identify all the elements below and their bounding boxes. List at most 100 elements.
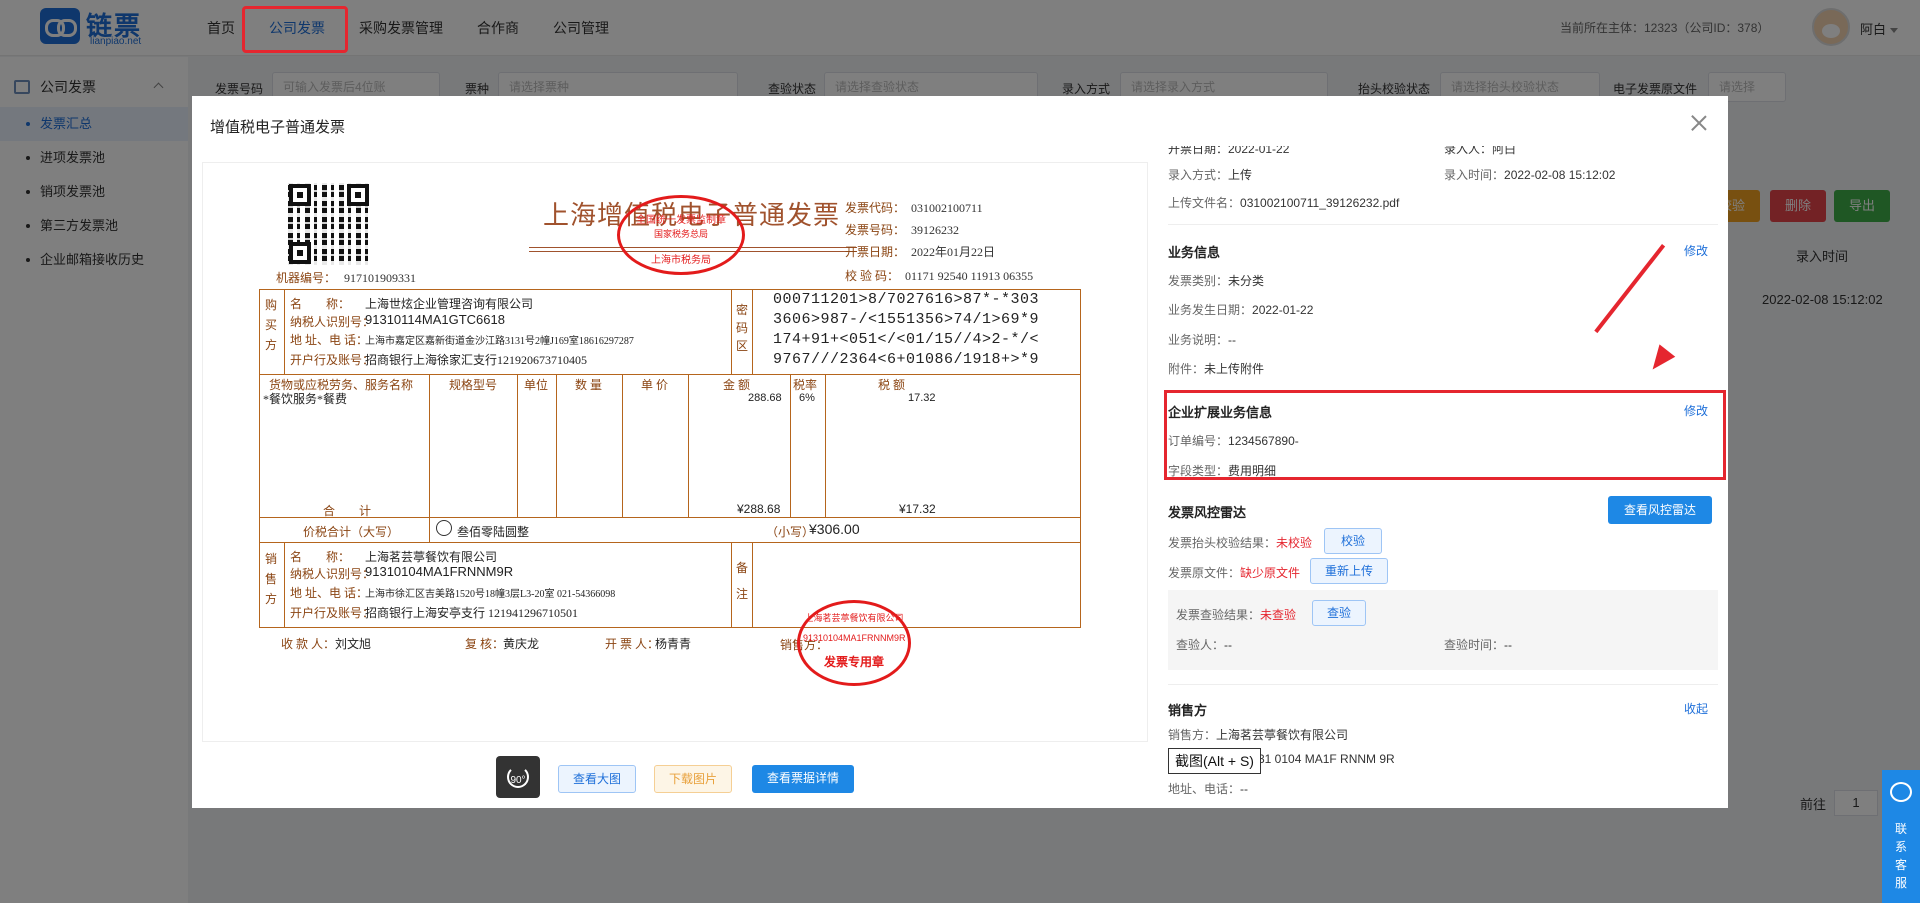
- close-icon[interactable]: [1690, 114, 1708, 132]
- invoice-number: 发票号码： 39126232: [845, 221, 959, 238]
- invoice-date: 开票日期： 2022年01月22日: [845, 243, 995, 260]
- field-key: 发票抬头校验结果：: [1168, 536, 1277, 550]
- remark-label: 备注: [736, 561, 749, 601]
- sum-small-label: （小写）: [766, 525, 815, 539]
- original-file-status: 缺少原文件: [1240, 566, 1301, 580]
- verifier-row: 查验人：--: [1176, 636, 1232, 653]
- rotate-icon[interactable]: 90°: [496, 756, 540, 798]
- field-value: 上海茗芸葶餐饮有限公司: [1216, 728, 1349, 742]
- seller-side-label: 销售方: [265, 552, 278, 606]
- field-key: 查验人：: [1176, 638, 1225, 652]
- field-key: 查验时间：: [1444, 638, 1505, 652]
- divider: [1168, 224, 1718, 225]
- item-tax: 17.32: [908, 392, 936, 404]
- invoice-check-code: 校 验 码： 01171 92540 11913 06355: [845, 267, 1033, 284]
- col-rule: [825, 374, 826, 518]
- meta-label: 发票代码：: [845, 201, 906, 215]
- payee-label: 收 款 人：: [281, 637, 336, 651]
- field-key: 业务说明：: [1168, 333, 1229, 347]
- col-rule: [622, 374, 623, 518]
- buyer-bank: 招商银行上海徐家汇支行121920673710405: [365, 353, 588, 367]
- reviewer: 黄庆龙: [503, 637, 540, 651]
- seller-tax-id: 91310104MA1FRNNM9R: [365, 564, 514, 579]
- seal-line: 国家税务总局: [653, 229, 708, 239]
- field-key: 附件：: [1168, 362, 1205, 376]
- seller-address-row: 地址、电话：--: [1168, 780, 1248, 797]
- seller-bank-label: 开户行及账号：: [290, 606, 375, 620]
- payee: 刘文旭: [335, 637, 372, 651]
- seller-tax-label: 纳税人识别号：: [290, 567, 375, 581]
- header-check-button[interactable]: 校验: [1324, 528, 1383, 554]
- business-info-edit-link[interactable]: 修改: [1684, 242, 1708, 259]
- seller-address-label: 地 址、电 话：: [290, 586, 369, 600]
- verify-result-row: 发票查验结果：未查验: [1176, 606, 1296, 623]
- field-value: --: [1504, 638, 1513, 652]
- invoice-code: 发票代码： 031002100711: [845, 199, 983, 216]
- col-rule: [429, 374, 430, 518]
- col-header-amount: 金 额: [723, 378, 751, 392]
- col-rule: [429, 517, 430, 543]
- upload-file-row: 上传文件名：031002100711_39126232.pdf: [1168, 194, 1399, 211]
- verify-invoice-button[interactable]: 查验: [1312, 600, 1367, 626]
- sum-label: 价税合计（大写）: [303, 525, 400, 539]
- col-rule: [556, 374, 557, 518]
- view-large-button[interactable]: 查看大图: [558, 765, 636, 793]
- download-image-button[interactable]: 下载图片: [654, 765, 732, 793]
- view-detail-button[interactable]: 查看票据详情: [752, 765, 854, 793]
- invoice-image: 机器编号： 917101909331 上海增值税电子普通发票 全国统一发票监制章 …: [203, 163, 1149, 743]
- col-header-unit: 单位: [524, 378, 549, 392]
- buyer-tax-id: 91310114MA1GTC6618: [365, 312, 505, 327]
- reupload-button[interactable]: 重新上传: [1310, 558, 1389, 584]
- col-header-price: 单 价: [641, 378, 669, 392]
- cipher-line: 9767///2364<6+01086/1918+>*9: [773, 351, 1040, 368]
- field-key: 上传文件名：: [1168, 196, 1241, 210]
- annotation-nav-highlight: [242, 6, 348, 53]
- view-risk-radar-button[interactable]: 查看风控雷达: [1608, 496, 1713, 524]
- buyer-side-label: 购买方: [265, 298, 278, 352]
- qr-finder: [289, 242, 311, 264]
- cross-circle-icon: [436, 520, 452, 536]
- field-value: --: [1224, 638, 1233, 652]
- col-header-spec: 规格型号: [449, 378, 498, 392]
- cipher-line: 174+91+<051</<01/15//4>2-*/<: [773, 331, 1040, 348]
- business-info-title: 业务信息: [1168, 245, 1221, 260]
- machine-number: 机器编号： 917101909331: [276, 269, 416, 286]
- col-rule: [517, 374, 518, 518]
- verify-status: 未查验: [1260, 608, 1297, 622]
- seal-line: 全国统一发票监制章: [636, 215, 726, 226]
- contact-service-label: 联系客服: [1882, 820, 1920, 892]
- seal-company: 上海茗芸葶餐饮有限公司: [804, 613, 904, 623]
- machine-number-value: 917101909331: [344, 271, 417, 285]
- drawer-label: 开 票 人：: [605, 637, 660, 651]
- field-key: 业务发生日期：: [1168, 303, 1253, 317]
- attachment-row: 附件：未上传附件: [1168, 360, 1264, 377]
- meta-label: 开票日期：: [845, 245, 906, 259]
- preview-actions: 90° 查看大图 下载图片 查看票据详情: [192, 756, 1158, 806]
- col-header-qty: 数 量: [575, 378, 603, 392]
- modal-title: 增值税电子普通发票: [210, 119, 346, 136]
- seal-label: 发票专用章: [823, 655, 884, 669]
- contact-service-button[interactable]: 联系客服: [1882, 770, 1920, 903]
- entered-by-row: 录入人：阿白: [1444, 146, 1517, 156]
- item-name: *餐饮服务*餐费: [263, 392, 348, 406]
- cipher-line: 000711201>8/7027616>87*-*303: [773, 291, 1040, 308]
- meta-value: 2022年01月22日: [911, 245, 996, 259]
- chat-icon: [1890, 782, 1912, 802]
- drawer: 杨青青: [655, 637, 692, 651]
- meta-value: 39126232: [911, 223, 960, 237]
- buyer-name: 上海世炫企业管理咨询有限公司: [365, 297, 534, 311]
- annotation-extended-info-highlight: [1164, 390, 1726, 480]
- field-key: 发票查验结果：: [1176, 608, 1261, 622]
- reviewer-label: 复 核：: [465, 637, 505, 651]
- item-rate: 6%: [799, 392, 815, 404]
- entry-method-row: 录入方式：上传: [1168, 166, 1252, 183]
- meta-label: 发票号码：: [845, 223, 906, 237]
- service-label-text: 联系客服: [1894, 822, 1907, 890]
- screenshot-tooltip: 截图(Alt + S): [1168, 748, 1261, 774]
- seal-tax-id: 91310104MA1FRNNM9R: [803, 633, 906, 643]
- invoice-detail-modal: 增值税电子普通发票 机器编号： 917101909331 上海增值税电子普通发票 …: [192, 96, 1728, 808]
- seller-section-title: 销售方: [1168, 703, 1208, 718]
- seller-name: 上海茗芸葶餐饮有限公司: [365, 550, 498, 564]
- collapse-link[interactable]: 收起: [1684, 700, 1708, 717]
- machine-number-label: 机器编号：: [276, 271, 337, 285]
